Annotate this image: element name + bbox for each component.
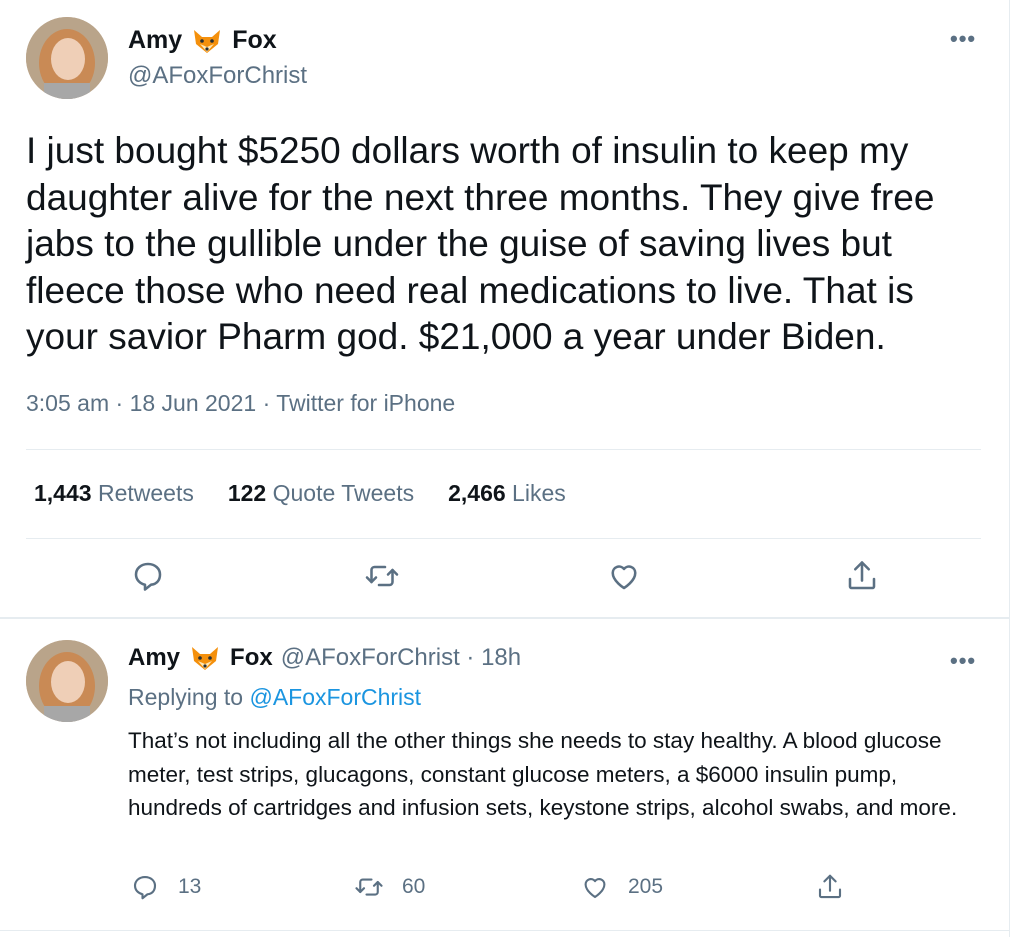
reply-retweet-button[interactable]: 60 xyxy=(354,872,425,902)
fox-face-icon xyxy=(192,28,222,54)
tweet-time[interactable]: 3:05 am xyxy=(26,390,109,416)
tweet-date[interactable]: 18 Jun 2021 xyxy=(130,390,257,416)
share-icon xyxy=(818,874,842,899)
retweets-label: Retweets xyxy=(97,480,194,506)
reply-actions: 13 60 205 xyxy=(0,872,1010,912)
replying-to: Replying to @AFoxForChrist xyxy=(128,684,421,711)
reply-share-button[interactable] xyxy=(815,872,863,902)
tweet-frame: Amy Fox @AFoxForChrist ••• I just bought… xyxy=(0,0,1010,937)
likes-stat[interactable]: 2,466 Likes xyxy=(448,480,566,507)
reply-author-first-name[interactable]: Amy xyxy=(128,644,180,672)
like-count: 205 xyxy=(628,875,664,898)
tweet-text: I just bought $5250 dollars worth of ins… xyxy=(26,130,935,357)
quotes-count: 122 xyxy=(227,480,267,506)
author-handle[interactable]: @AFoxForChrist xyxy=(128,62,307,90)
likes-label: Likes xyxy=(512,480,566,506)
retweet-count: 60 xyxy=(402,875,426,898)
author-last-name: Fox xyxy=(232,26,277,54)
avatar[interactable] xyxy=(26,17,108,99)
tweet-actions xyxy=(0,558,1010,598)
replying-prefix: Replying to xyxy=(128,684,244,710)
reply-author-row: Amy Fox @AFoxForChrist · 18h xyxy=(128,644,521,672)
reply-author-last-name[interactable]: Fox xyxy=(230,644,273,672)
retweet-icon xyxy=(355,878,383,896)
reply-like-button[interactable]: 205 xyxy=(580,872,663,902)
likes-count: 2,466 xyxy=(448,480,506,506)
tweet-meta: 3:05 am · 18 Jun 2021 · Twitter for iPho… xyxy=(26,390,455,417)
replying-handle-link[interactable]: @AFoxForChrist xyxy=(249,684,421,710)
tweet-stats: 1,443 Retweets 122 Quote Tweets 2,466 Li… xyxy=(34,480,600,507)
quotes-label: Quote Tweets xyxy=(272,480,415,506)
tweet-separator xyxy=(0,617,1010,619)
reply-text: That’s not including all the other thing… xyxy=(128,728,958,820)
reply-icon xyxy=(133,875,157,900)
more-icon[interactable]: ••• xyxy=(950,26,976,52)
avatar[interactable] xyxy=(26,640,108,722)
bottom-separator xyxy=(0,930,1010,931)
tweet-source[interactable]: Twitter for iPhone xyxy=(276,390,455,416)
retweets-count: 1,443 xyxy=(34,480,92,506)
like-icon[interactable] xyxy=(606,558,642,594)
fox-face-icon xyxy=(190,645,220,671)
retweets-stat[interactable]: 1,443 Retweets xyxy=(34,480,194,507)
author-name[interactable]: Amy Fox xyxy=(128,26,277,55)
reply-icon[interactable] xyxy=(130,558,166,594)
retweet-icon[interactable] xyxy=(364,558,400,594)
reply-reply-button[interactable]: 13 xyxy=(130,872,201,902)
quote-tweets-stat[interactable]: 122 Quote Tweets xyxy=(228,480,414,507)
meta-separator: · xyxy=(262,390,277,416)
like-icon xyxy=(584,878,606,899)
more-icon[interactable]: ••• xyxy=(950,648,976,674)
reply-handle-time[interactable]: @AFoxForChrist · 18h xyxy=(281,644,521,672)
divider xyxy=(26,538,981,539)
divider xyxy=(26,449,981,450)
reply-count: 13 xyxy=(178,875,202,898)
share-icon[interactable] xyxy=(844,558,880,594)
meta-separator: · xyxy=(115,390,130,416)
author-first-name: Amy xyxy=(128,26,183,54)
